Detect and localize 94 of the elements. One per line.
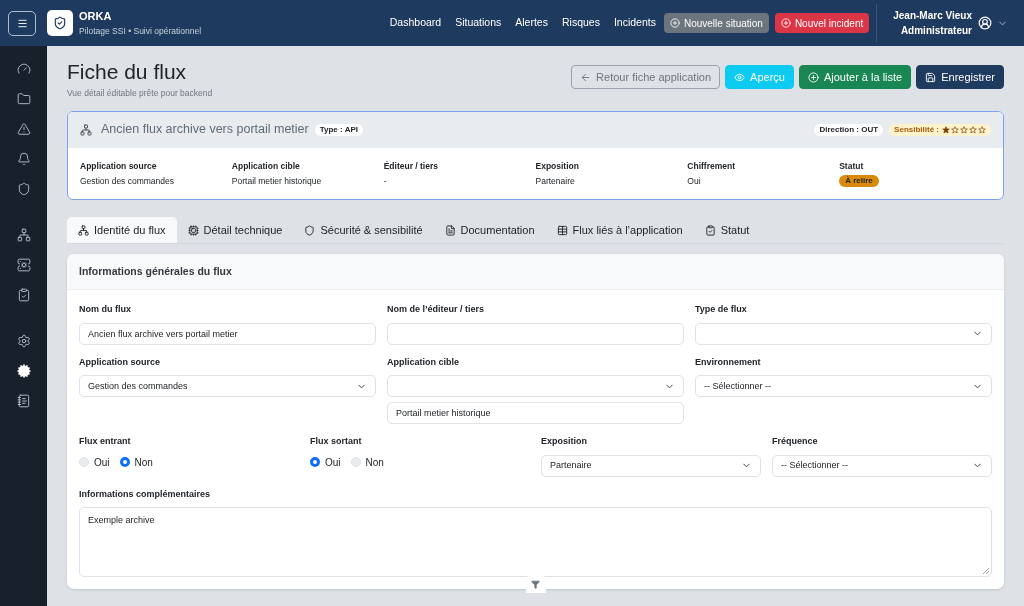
brand-subtitle: Pilotage SSI • Suivi opérationnel (79, 24, 202, 38)
select-field[interactable]: Gestion des commandes (79, 375, 376, 398)
flow-title: Ancien flux archive vers portail metier (101, 121, 309, 139)
user-role: Administrateur (900, 24, 972, 38)
radio-label: Non (365, 455, 384, 470)
shield-icon[interactable] (16, 182, 31, 196)
chip-icon (187, 224, 199, 236)
gauge-icon[interactable] (16, 62, 31, 76)
page-action-button[interactable]: Enregistrer (916, 65, 1004, 89)
plus-icon (807, 71, 819, 83)
card-title: Informations générales du flux (79, 263, 232, 279)
summary-label: Exposition (535, 159, 580, 173)
warning-icon[interactable] (16, 122, 31, 136)
table-icon (556, 224, 568, 236)
arrow-left-icon (580, 71, 592, 83)
field-label: Nom du flux (79, 303, 132, 317)
user-name: Jean-Marc Vieux (893, 9, 972, 23)
field-label: Application cible (387, 355, 460, 369)
field-label: Type de flux (695, 303, 748, 317)
plus-icon (669, 18, 680, 28)
tab[interactable]: Documentation (433, 217, 546, 244)
summary-value: Gestion des commandes (80, 174, 176, 188)
menu-icon (16, 17, 28, 29)
status-badge: À relire (839, 174, 879, 187)
summary-value: - (383, 174, 388, 188)
summary-label: Application source (80, 159, 158, 173)
text-field[interactable] (387, 322, 684, 345)
header-action-button[interactable]: Nouvelle situation (663, 13, 769, 33)
page-action-button[interactable]: Retour fiche application (571, 65, 721, 89)
summary-value: Oui (687, 174, 702, 188)
nav-link[interactable]: Situations (455, 15, 502, 31)
page-subtitle: Vue détail éditable prête pour backend (67, 87, 213, 100)
clipboard-check-icon[interactable] (16, 288, 31, 302)
eye-icon (734, 71, 746, 83)
tab[interactable]: Statut (693, 217, 761, 244)
clipboard-check-icon (704, 224, 716, 236)
notebook-icon[interactable] (16, 394, 31, 408)
bell-icon[interactable] (16, 152, 31, 166)
select-field[interactable] (387, 375, 684, 398)
radio-button[interactable] (310, 457, 320, 468)
menu-button[interactable] (8, 10, 36, 36)
shield-icon (304, 224, 316, 236)
page-title: Fiche du flux (67, 59, 188, 85)
text-field[interactable]: Ancien flux archive vers portail metier (79, 322, 376, 345)
nav-link[interactable]: Dashboard (389, 15, 442, 31)
sensitivity-label: Sensibilité : (894, 123, 939, 136)
resize-handle-icon (982, 567, 989, 575)
summary-label: Chiffrement (687, 159, 737, 173)
text-area[interactable]: Exemple archive (79, 507, 992, 578)
select-field[interactable]: Partenaire (541, 454, 761, 477)
summary-value: Portail metier historique (231, 174, 323, 188)
field-label: Application source (79, 355, 161, 369)
field-label: Nom de l’éditeur / tiers (387, 303, 486, 317)
field-label: Fréquence (772, 435, 819, 449)
select-field[interactable] (695, 322, 992, 345)
document-icon (444, 224, 456, 236)
network-icon (78, 224, 89, 236)
radio-label: Oui (94, 455, 110, 470)
tab[interactable]: Détail technique (176, 217, 294, 244)
nav-link[interactable]: Incidents (613, 15, 656, 31)
network-icon[interactable] (16, 228, 31, 242)
tab[interactable]: Flux liés à l’application (545, 217, 694, 244)
radio-button[interactable] (119, 457, 130, 468)
page-action-button[interactable]: Ajouter à la liste (798, 65, 912, 89)
nav-link[interactable]: Alertes (515, 15, 548, 31)
header-action-button[interactable]: Nouvel incident (774, 13, 870, 33)
tab[interactable]: Sécurité & sensibilité (293, 217, 434, 244)
network-icon (80, 123, 92, 136)
field-label: Exposition (541, 435, 588, 449)
plus-icon (780, 18, 791, 28)
text-field[interactable]: Portail metier historique (387, 402, 684, 425)
radio-label: Oui (325, 455, 341, 470)
summary-label: Application cible (231, 159, 301, 173)
user-avatar-icon[interactable] (978, 16, 992, 30)
select-field[interactable]: -- Sélectionner -- (772, 454, 992, 477)
summary-label: Statut (839, 159, 865, 173)
field-label: Informations complémentaires (79, 487, 212, 501)
tab[interactable]: Identité du flux (67, 217, 177, 244)
direction-badge: Direction : OUT (814, 123, 884, 136)
settings-icon[interactable] (16, 334, 31, 348)
select-field[interactable]: -- Sélectionner -- (695, 375, 992, 398)
shield-check-icon (53, 16, 67, 30)
folder-icon[interactable] (16, 92, 31, 106)
field-label: Flux sortant (310, 435, 363, 449)
type-badge: Type : API (314, 123, 363, 136)
funnel-icon (531, 579, 540, 589)
radio-label: Non (134, 455, 153, 470)
nav-link[interactable]: Risques (561, 15, 600, 31)
brand-name: ORKA (79, 9, 113, 25)
save-icon (925, 71, 937, 83)
summary-value: Partenaire (535, 174, 576, 188)
summary-label: Éditeur / tiers (383, 159, 439, 173)
field-label: Flux entrant (79, 435, 132, 449)
field-label: Environnement (695, 355, 762, 369)
